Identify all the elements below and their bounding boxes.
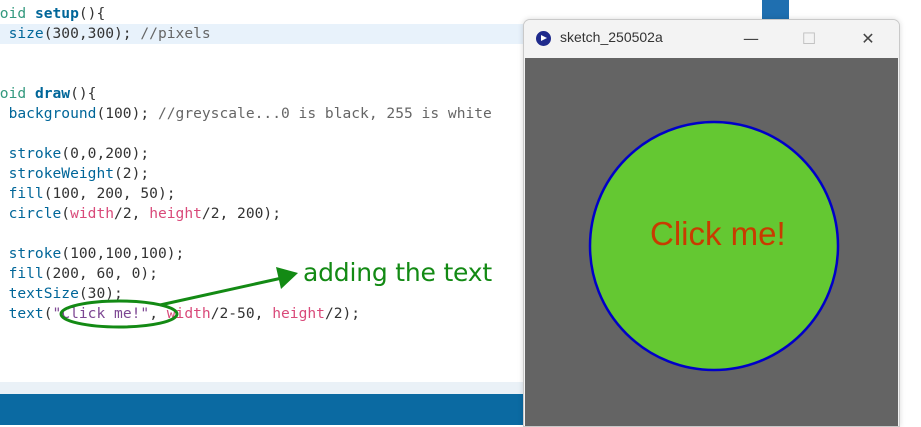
annotation-arrow-head bbox=[276, 267, 298, 289]
maximize-button[interactable]: ☐ bbox=[789, 26, 829, 52]
sketch-canvas[interactable]: Click me! bbox=[525, 58, 898, 426]
annotation-label: adding the text bbox=[303, 258, 492, 287]
sketch-canvas-drawing: Click me! bbox=[588, 120, 840, 372]
processing-app-icon bbox=[536, 31, 551, 46]
window-title: sketch_250502a bbox=[560, 29, 663, 45]
annotation-ellipse bbox=[59, 299, 179, 329]
annotation-arrow-line bbox=[159, 276, 283, 307]
sketch-click-me-label[interactable]: Click me! bbox=[650, 215, 786, 252]
close-button[interactable]: ✕ bbox=[848, 26, 888, 52]
sketch-titlebar[interactable]: sketch_250502a — ☐ ✕ bbox=[524, 20, 899, 58]
minimize-button[interactable]: — bbox=[731, 26, 771, 52]
sketch-window[interactable]: sketch_250502a — ☐ ✕ Click me! bbox=[523, 19, 900, 427]
